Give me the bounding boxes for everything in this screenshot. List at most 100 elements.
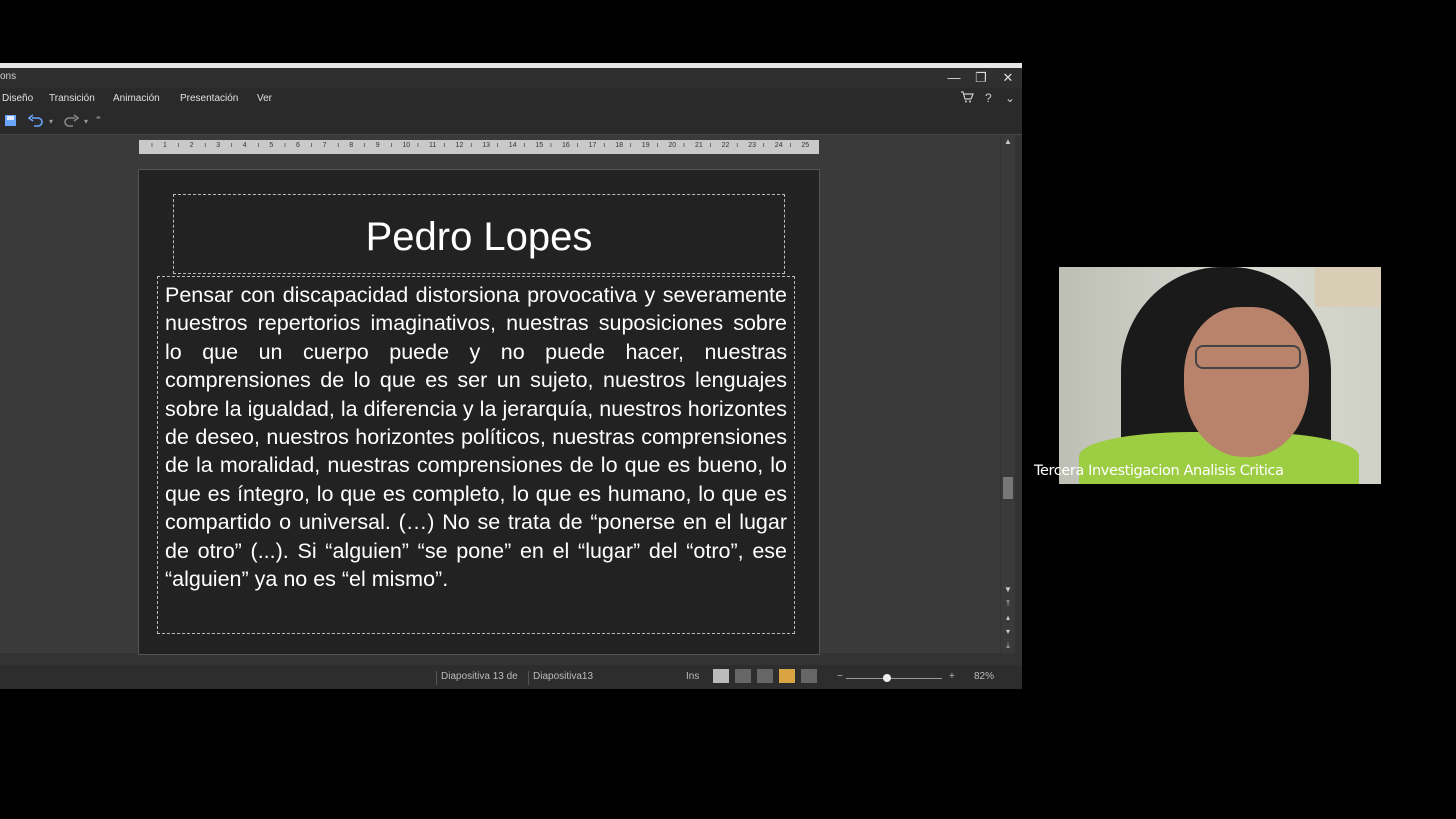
ruler-tick: ı xyxy=(576,142,579,149)
quick-access-toolbar: ▾ ▾ ⁼ xyxy=(0,110,1022,135)
presentation-app-window: ons — ❐ ✕ Diseño Transición Animación Pr… xyxy=(0,63,1022,689)
slide-canvas[interactable]: Pedro Lopes Pensar con discapacidad dist… xyxy=(138,169,820,655)
ruler-tick: ı xyxy=(230,142,233,149)
ruler-number: 20 xyxy=(668,142,677,149)
redo-dropdown-icon[interactable]: ▾ xyxy=(84,117,88,126)
slide-editing-area: 1 ı 2 ı 3 ı 4 ı 5 ı 6 ı 7 ı 8 ı 9 ı 10 ı 11 ı 12 ı 13 ı 14 ı 15 ı 16 ı 1… xyxy=(0,135,1000,655)
status-bar: Diapositiva 13 de Diapositiva13 Ins − + … xyxy=(0,665,1022,689)
ruler-number: 21 xyxy=(695,142,703,149)
save-icon[interactable] xyxy=(4,114,17,130)
ruler-number: 22 xyxy=(721,142,730,149)
ruler-tick: ı xyxy=(284,142,286,149)
body-placeholder[interactable]: Pensar con discapacidad distorsiona prov… xyxy=(157,276,795,634)
last-slide-icon[interactable]: ⤓ xyxy=(1001,641,1015,651)
ruler-tick: ı xyxy=(204,142,207,149)
slide-sorter-icon[interactable] xyxy=(779,669,795,683)
notes-view-icon[interactable] xyxy=(757,669,773,683)
ruler-number: 15 xyxy=(535,142,544,149)
ruler-number: 24 xyxy=(774,142,783,149)
customize-toolbar-icon[interactable]: ⁼ xyxy=(96,114,101,125)
close-button[interactable]: ✕ xyxy=(998,69,1018,87)
help-icon[interactable]: ? xyxy=(985,91,992,105)
ruler-number: 12 xyxy=(455,142,464,149)
zoom-in-button[interactable]: + xyxy=(949,671,955,682)
ruler-number: 23 xyxy=(748,142,756,149)
ruler-tick: ı xyxy=(709,142,712,149)
undo-dropdown-icon[interactable]: ▾ xyxy=(49,117,53,126)
ruler-number: 17 xyxy=(588,142,597,149)
tab-presentacion[interactable]: Presentación xyxy=(180,93,238,104)
tab-diseno[interactable]: Diseño xyxy=(2,93,33,104)
ruler-tick: ı xyxy=(603,142,606,149)
ruler-number: 25 xyxy=(801,142,810,149)
ruler-tick: ı xyxy=(363,142,366,149)
slide-name-label: Diapositiva13 xyxy=(533,671,594,682)
tab-animacion[interactable]: Animación xyxy=(113,93,160,104)
undo-icon[interactable] xyxy=(27,114,44,130)
ruler-tick: ı xyxy=(337,142,340,149)
slide-title: Pedro Lopes xyxy=(365,215,593,259)
slide-body-text: Pensar con discapacidad distorsiona prov… xyxy=(165,283,787,592)
minimize-button[interactable]: — xyxy=(944,69,964,87)
zoom-out-button[interactable]: − xyxy=(837,671,843,682)
zoom-percent-label[interactable]: 82% xyxy=(974,671,994,682)
ruler-number: 9 xyxy=(375,142,380,149)
ruler-tick: ı xyxy=(762,142,765,149)
ruler-tick: ı xyxy=(417,142,419,149)
ruler-tick: ı xyxy=(470,142,473,149)
cart-icon[interactable] xyxy=(960,91,974,106)
horizontal-ruler: 1 ı 2 ı 3 ı 4 ı 5 ı 6 ı 7 ı 8 ı 9 ı 10 ı 11 ı 12 ı 13 ı 14 ı 15 ı 16 ı 1… xyxy=(139,140,819,154)
ruler-tick: ı xyxy=(789,142,792,149)
ruler-number: 18 xyxy=(615,142,623,149)
redo-icon[interactable] xyxy=(63,114,80,130)
ruler-number: 13 xyxy=(482,142,490,149)
ruler-number: 11 xyxy=(429,142,437,149)
ruler-tick: ı xyxy=(550,142,552,149)
ruler-tick: ı xyxy=(656,142,659,149)
ruler-tick: ı xyxy=(496,142,499,149)
zoom-slider-knob[interactable] xyxy=(883,674,891,682)
tab-transicion[interactable]: Transición xyxy=(49,93,95,104)
presentation-view-icon[interactable] xyxy=(801,669,817,683)
ruler-tick: ı xyxy=(310,142,313,149)
ruler-tick: ı xyxy=(736,142,739,149)
participant-video-tile[interactable] xyxy=(1059,267,1381,484)
ruler-tick: ı xyxy=(257,142,260,149)
ruler-tick: ı xyxy=(151,142,153,149)
outline-view-icon[interactable] xyxy=(735,669,751,683)
status-separator xyxy=(436,671,437,685)
participant-name-label: Tercera Investigacion Analisis Critica xyxy=(1034,463,1284,479)
previous-slide-icon[interactable]: ▴ xyxy=(1001,613,1015,622)
first-slide-icon[interactable]: ⤒ xyxy=(1001,599,1015,609)
title-bar: ons — ❐ ✕ xyxy=(0,68,1022,88)
scroll-up-icon[interactable]: ▲ xyxy=(1001,137,1015,146)
normal-view-icon[interactable] xyxy=(713,669,729,683)
chevron-down-icon[interactable]: ⌄ xyxy=(1005,91,1015,105)
participant-glasses xyxy=(1195,345,1301,369)
app-title: ons xyxy=(0,71,17,82)
ruler-number: 8 xyxy=(349,142,354,149)
ruler-tick: ı xyxy=(523,142,526,149)
next-slide-icon[interactable]: ▾ xyxy=(1001,627,1015,636)
ruler-number: 4 xyxy=(242,142,247,149)
ruler-tick: ı xyxy=(177,142,180,149)
status-separator xyxy=(528,671,529,685)
ruler-number: 3 xyxy=(216,142,221,149)
scrollbar-thumb[interactable] xyxy=(1003,477,1013,499)
vertical-scrollbar[interactable]: ▲ ▼ ⤒ ▴ ▾ ⤓ xyxy=(1001,135,1015,653)
ruler-tick: ı xyxy=(629,142,632,149)
slide-position-label: Diapositiva 13 de xyxy=(441,671,518,682)
scroll-down-icon[interactable]: ▼ xyxy=(1001,585,1015,594)
ruler-number: 19 xyxy=(641,142,650,149)
ruler-number: 2 xyxy=(189,142,194,149)
ruler-number: 7 xyxy=(322,142,327,149)
title-placeholder[interactable]: Pedro Lopes xyxy=(173,194,785,274)
ruler-tick: ı xyxy=(683,142,685,149)
wall-picture xyxy=(1315,267,1381,307)
zoom-slider-track[interactable] xyxy=(846,678,942,679)
insert-mode-label[interactable]: Ins xyxy=(686,671,699,682)
tab-ver[interactable]: Ver xyxy=(257,93,272,104)
ribbon-menu-bar: Diseño Transición Animación Presentación… xyxy=(0,88,1022,110)
ruler-tick: ı xyxy=(390,142,393,149)
restore-button[interactable]: ❐ xyxy=(971,69,991,87)
